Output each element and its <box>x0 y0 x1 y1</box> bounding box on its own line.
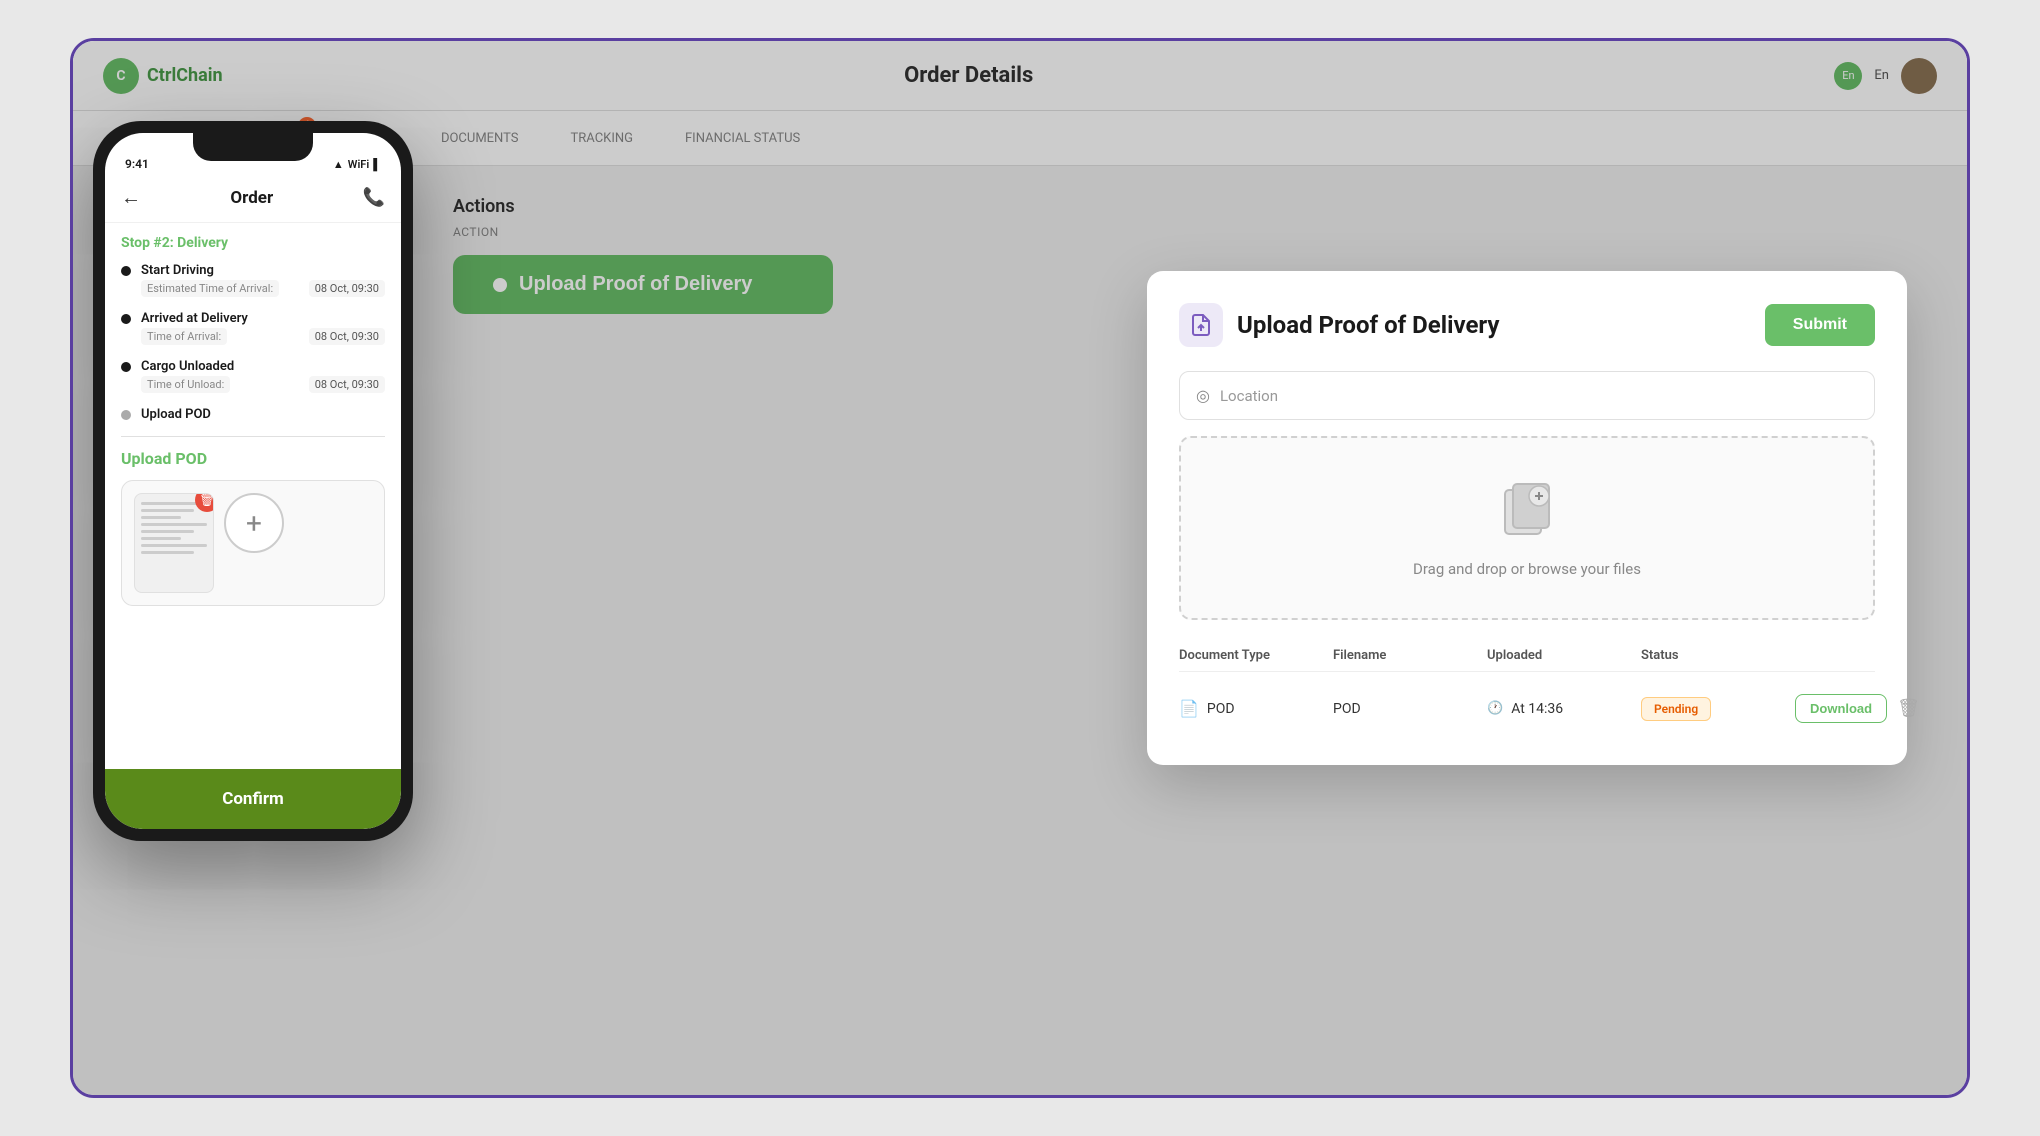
screen-container: C CtrlChain Order Details En En BASIC IN… <box>70 38 1970 1098</box>
timeline-item-0: Start Driving Estimated Time of Arrival:… <box>121 263 385 297</box>
timeline-content-2: Cargo Unloaded Time of Unload: 08 Oct, 0… <box>141 359 385 393</box>
signal-icon: ▲ <box>333 158 344 171</box>
status-badge: Pending <box>1641 697 1711 721</box>
file-type-icon: 📄 <box>1179 699 1199 718</box>
battery-icon: ▌ <box>373 158 381 171</box>
timeline-dot-inactive <box>121 410 131 420</box>
file-table-header: Document Type Filename Uploaded Status <box>1179 640 1875 672</box>
timeline-item-1: Arrived at Delivery Time of Arrival: 08 … <box>121 311 385 345</box>
stop-heading: Stop #2: Delivery <box>121 235 385 251</box>
document-upload-icon <box>1189 313 1213 337</box>
timeline-item-2: Cargo Unloaded Time of Unload: 08 Oct, 0… <box>121 359 385 393</box>
phone-notch <box>193 133 313 161</box>
timeline-content-0: Start Driving Estimated Time of Arrival:… <box>141 263 385 297</box>
file-upload-icon <box>1497 478 1557 546</box>
phone-header: ← Order 📞 <box>105 177 401 223</box>
cell-status: Pending <box>1641 697 1795 721</box>
timeline-dot <box>121 362 131 372</box>
col-uploaded: Uploaded <box>1487 648 1641 663</box>
col-status: Status <box>1641 648 1795 663</box>
delete-row-button[interactable]: 🗑 <box>1897 698 1920 719</box>
phone-mockup: 9:41 ▲ WiFi ▌ ← Order 📞 Stop #2: Deliver… <box>93 121 413 841</box>
file-table: Document Type Filename Uploaded Status 📄… <box>1179 640 1875 733</box>
cell-doc-type: 📄 POD <box>1179 699 1333 718</box>
timeline-dot <box>121 266 131 276</box>
timeline-content-3: Upload POD <box>141 407 385 422</box>
file-drop-zone[interactable]: Drag and drop or browse your files <box>1179 436 1875 620</box>
phone-shell: 9:41 ▲ WiFi ▌ ← Order 📞 Stop #2: Deliver… <box>93 121 413 841</box>
submit-button[interactable]: Submit <box>1765 304 1875 346</box>
timeline-dot <box>121 314 131 324</box>
phone-status-icons: ▲ WiFi ▌ <box>333 158 381 171</box>
modal-header-left: Upload Proof of Delivery <box>1179 303 1500 347</box>
add-more-button[interactable]: + <box>224 493 284 553</box>
row-actions: Download 🗑 <box>1795 694 1875 723</box>
location-placeholder: Location <box>1220 387 1278 405</box>
col-doc-type: Document Type <box>1179 648 1333 663</box>
upload-pod-heading: Upload POD <box>121 449 385 468</box>
call-button[interactable]: 📞 <box>363 187 385 208</box>
document-thumbnail: 🗑 <box>134 493 214 593</box>
location-icon: ◎ <box>1196 386 1210 405</box>
clock-icon: 🕐 <box>1487 701 1503 716</box>
table-row: 📄 POD POD 🕐 At 14:36 Pending Download <box>1179 684 1875 733</box>
timeline-content-1: Arrived at Delivery Time of Arrival: 08 … <box>141 311 385 345</box>
cell-uploaded: 🕐 At 14:36 <box>1487 701 1641 717</box>
cell-filename: POD <box>1333 701 1487 717</box>
timeline-item-3: Upload POD <box>121 407 385 422</box>
location-input[interactable]: ◎ Location <box>1179 371 1875 420</box>
back-button[interactable]: ← <box>121 185 141 210</box>
pod-upload-area: 🗑 + <box>121 480 385 606</box>
modal-header: Upload Proof of Delivery Submit <box>1179 303 1875 347</box>
wifi-icon: WiFi <box>348 158 369 171</box>
phone-content: Stop #2: Delivery Start Driving Estimate… <box>105 223 401 759</box>
confirm-button[interactable]: Confirm <box>105 769 401 829</box>
upload-modal: Upload Proof of Delivery Submit ◎ Locati… <box>1147 271 1907 765</box>
col-actions <box>1795 648 1875 663</box>
modal-title: Upload Proof of Delivery <box>1237 311 1500 339</box>
phone-order-title: Order <box>230 188 273 208</box>
phone-screen: 9:41 ▲ WiFi ▌ ← Order 📞 Stop #2: Deliver… <box>105 133 401 829</box>
col-filename: Filename <box>1333 648 1487 663</box>
drop-text: Drag and drop or browse your files <box>1413 560 1641 578</box>
modal-icon-box <box>1179 303 1223 347</box>
download-button[interactable]: Download <box>1795 694 1887 723</box>
phone-time: 9:41 <box>125 157 149 171</box>
upload-pod-section: Upload POD <box>121 436 385 606</box>
